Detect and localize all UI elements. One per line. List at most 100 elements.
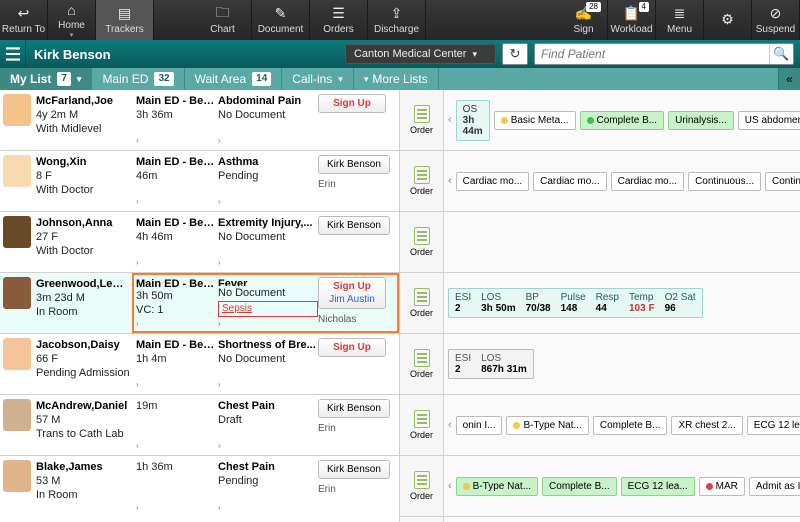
- order-button[interactable]: Order: [400, 273, 443, 334]
- patient-demo: 66 F: [36, 352, 130, 366]
- find-patient-input[interactable]: [535, 47, 769, 61]
- location-select[interactable]: Canton Medical Center: [345, 44, 496, 64]
- result-pill[interactable]: ECG 12 lea...: [747, 416, 800, 435]
- patient-row[interactable]: McFarland,Joe 4y 2m M With Midlevel Main…: [0, 90, 399, 151]
- home-button[interactable]: ⌂Home▾: [48, 0, 96, 40]
- chevron-down-icon: ▾: [364, 74, 369, 85]
- alert-flag[interactable]: Sepsis: [218, 301, 318, 317]
- avatar: [0, 90, 34, 150]
- patient-row[interactable]: McAndrew,Daniel 57 M Trans to Cath Lab 1…: [0, 395, 399, 456]
- result-pill[interactable]: ECG 12 lea...: [621, 477, 695, 496]
- result-pill[interactable]: onin I...: [456, 416, 503, 435]
- patient-status: With Doctor: [36, 244, 130, 258]
- chart-button[interactable]: 🗀Chart: [194, 0, 252, 40]
- tab-wait-area[interactable]: Wait Area14: [185, 68, 283, 90]
- discharge-button[interactable]: ⇪Discharge: [368, 0, 426, 40]
- result-pill[interactable]: Cardiac mo...: [611, 172, 684, 191]
- workload-button[interactable]: 4📋Workload: [608, 0, 656, 40]
- assign-button[interactable]: Sign UpJim Austin: [318, 277, 386, 309]
- time-in-dept: 1h 36m: [136, 460, 218, 474]
- result-pill[interactable]: Urinalysis...: [668, 111, 734, 130]
- scroll-left-button[interactable]: ‹: [448, 114, 452, 126]
- patient-demo: 3m 23d M: [36, 291, 130, 305]
- tick-icon: ›: [136, 501, 218, 515]
- find-patient-box: 🔍: [534, 43, 794, 65]
- sign-badge: 28: [586, 2, 601, 12]
- result-pill[interactable]: Continuous...: [688, 172, 761, 191]
- workload-badge: 4: [639, 2, 649, 12]
- patient-row[interactable]: Jacobson,Daisy 66 F Pending Admission Ma…: [0, 334, 399, 395]
- secondary-assignee: Nicholas: [318, 313, 356, 327]
- trackers-button[interactable]: ▤Trackers: [96, 0, 154, 40]
- scroll-left-button[interactable]: ‹: [448, 419, 452, 431]
- avatar: [0, 334, 34, 394]
- order-button[interactable]: Order: [400, 456, 443, 517]
- scroll-left-button[interactable]: ‹: [448, 480, 452, 492]
- settings-button[interactable]: ⚙: [704, 0, 752, 40]
- trackers-icon: ▤: [117, 6, 133, 22]
- result-pill[interactable]: US abdomen: [738, 111, 800, 130]
- vitals-panel[interactable]: ESI2 LOS3h 50m BP70/38 Pulse148 Resp44 T…: [448, 288, 703, 318]
- secondary-assignee: Erin: [318, 178, 336, 192]
- order-button[interactable]: Order: [400, 151, 443, 212]
- avatar: [0, 151, 34, 211]
- patient-row[interactable]: Wong,Xin 8 F With Doctor Main ED - Bed .…: [0, 151, 399, 212]
- los-fragment: OS3h 44m: [456, 100, 490, 141]
- order-button[interactable]: Order: [400, 90, 443, 151]
- result-pill[interactable]: Cardiac mo...: [533, 172, 606, 191]
- time-in-dept: 4h 46m: [136, 230, 218, 244]
- secondary-assignee: Erin: [318, 422, 336, 436]
- assign-button[interactable]: Sign Up: [318, 338, 386, 357]
- suspend-button[interactable]: ⊘Suspend: [752, 0, 800, 40]
- assign-button[interactable]: Kirk Benson: [318, 216, 390, 235]
- status-dot-icon: [587, 117, 594, 124]
- tick-icon: ›: [136, 317, 218, 331]
- tab-my-list[interactable]: My List7▾: [0, 68, 92, 90]
- chief-complaint: Asthma: [218, 155, 318, 169]
- scroll-left-button[interactable]: ‹: [448, 175, 452, 187]
- patient-name: Jacobson,Daisy: [36, 338, 130, 352]
- result-pill[interactable]: Complete B...: [593, 416, 668, 435]
- assign-button[interactable]: Sign Up: [318, 94, 386, 113]
- tab-main-ed[interactable]: Main ED32: [92, 68, 184, 90]
- patient-row[interactable]: Johnson,Anna 27 F With Doctor Main ED - …: [0, 212, 399, 273]
- chief-complaint: Shortness of Bre...: [218, 338, 318, 352]
- return-to-button[interactable]: ↩Return To: [0, 0, 48, 40]
- patient-row[interactable]: Greenwood,Lewis 3m 23d M In Room Main ED…: [0, 273, 399, 334]
- avatar: [0, 395, 34, 455]
- assign-button[interactable]: Kirk Benson: [318, 155, 390, 174]
- order-button[interactable]: Order: [400, 395, 443, 456]
- refresh-button[interactable]: ↻: [502, 43, 528, 65]
- find-patient-submit[interactable]: 🔍: [769, 44, 793, 64]
- patient-status: With Doctor: [36, 183, 130, 197]
- orders-button[interactable]: ☰Orders: [310, 0, 368, 40]
- patient-info: Wong,Xin 8 F With Doctor: [34, 151, 132, 211]
- tick-icon: ›: [136, 256, 218, 270]
- document-button[interactable]: ✎Document: [252, 0, 310, 40]
- result-pill[interactable]: Continuous...: [765, 172, 800, 191]
- patient-list: McFarland,Joe 4y 2m M With Midlevel Main…: [0, 90, 400, 522]
- result-pill[interactable]: B-Type Nat...: [506, 416, 588, 435]
- tab-call-ins[interactable]: Call-ins▾: [282, 68, 354, 90]
- collapse-panel-button[interactable]: «: [778, 68, 800, 90]
- assign-button[interactable]: Kirk Benson: [318, 399, 390, 418]
- order-button[interactable]: Order: [400, 212, 443, 273]
- hamburger-button[interactable]: [0, 40, 26, 68]
- secondary-assignee: Erin: [318, 483, 336, 497]
- patient-row[interactable]: Blake,James 53 M In Room 1h 36m › Chest …: [0, 456, 399, 517]
- order-button[interactable]: Order: [400, 334, 443, 395]
- menu-button[interactable]: ≣Menu: [656, 0, 704, 40]
- sign-button[interactable]: 28✍Sign: [560, 0, 608, 40]
- discharge-icon: ⇪: [389, 6, 405, 22]
- result-pill[interactable]: MAR: [699, 477, 745, 496]
- assign-button[interactable]: Kirk Benson: [318, 460, 390, 479]
- result-pill[interactable]: Basic Meta...: [494, 111, 576, 130]
- result-pill[interactable]: Complete B...: [542, 477, 617, 496]
- result-pill[interactable]: Admit as I...: [749, 477, 800, 496]
- los-panel[interactable]: ESI2 LOS867h 31m: [448, 349, 534, 379]
- result-pill[interactable]: Complete B...: [580, 111, 665, 130]
- tab-more-lists[interactable]: ▾More Lists: [354, 68, 439, 90]
- result-pill[interactable]: Cardiac mo...: [456, 172, 529, 191]
- result-pill[interactable]: XR chest 2...: [671, 416, 742, 435]
- result-pill[interactable]: B-Type Nat...: [456, 477, 538, 496]
